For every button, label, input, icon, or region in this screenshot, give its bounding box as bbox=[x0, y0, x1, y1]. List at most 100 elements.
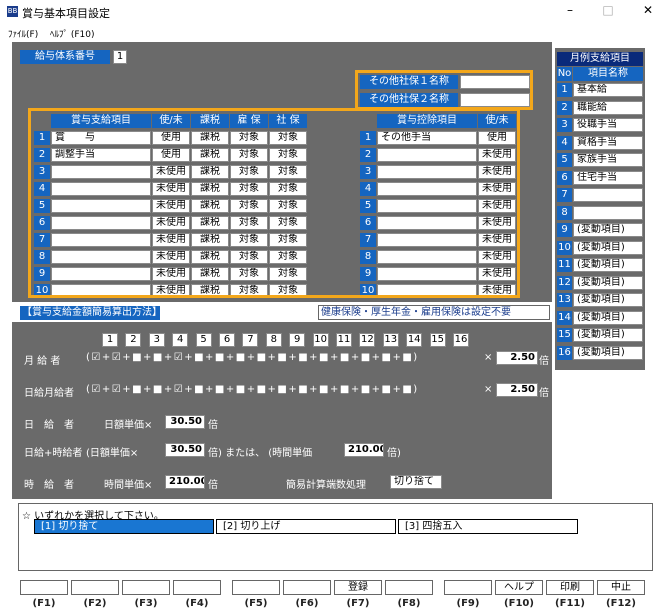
deduction-use-toggle[interactable]: 未使用 bbox=[478, 165, 516, 179]
monthly-item-name[interactable]: 住宅手当 bbox=[573, 170, 643, 185]
other-ins1-input[interactable] bbox=[460, 75, 530, 89]
payment-emp-ins-toggle[interactable]: 対象 bbox=[230, 233, 268, 247]
payment-emp-ins-toggle[interactable]: 対象 bbox=[230, 165, 268, 179]
deduction-name-input[interactable] bbox=[377, 250, 477, 264]
payment-name-input[interactable]: 調整手当 bbox=[51, 148, 151, 162]
payment-use-toggle[interactable]: 未使用 bbox=[152, 216, 190, 230]
monthly-item-name[interactable]: 家族手当 bbox=[573, 153, 643, 167]
fkey-button-f7[interactable]: 登録 bbox=[334, 580, 382, 595]
deduction-name-input[interactable] bbox=[377, 199, 477, 213]
deduction-use-toggle[interactable]: 未使用 bbox=[478, 267, 516, 281]
payment-tax-toggle[interactable]: 課税 bbox=[191, 165, 229, 179]
payment-use-toggle[interactable]: 未使用 bbox=[152, 284, 190, 295]
payment-tax-toggle[interactable]: 課税 bbox=[191, 148, 229, 162]
payment-emp-ins-toggle[interactable]: 対象 bbox=[230, 267, 268, 281]
payment-soc-ins-toggle[interactable]: 対象 bbox=[269, 267, 307, 281]
payment-name-input[interactable] bbox=[51, 216, 151, 230]
monthly-item-name[interactable]: 資格手当 bbox=[573, 135, 643, 150]
hourly-multiplier-input[interactable]: 210.00 bbox=[165, 475, 205, 489]
monthly-item-name[interactable]: (変動項目) bbox=[573, 345, 643, 360]
hourly-multiplier-input-2[interactable]: 210.00 bbox=[344, 443, 384, 457]
payment-use-toggle[interactable]: 未使用 bbox=[152, 250, 190, 264]
fkey-button-f6[interactable] bbox=[283, 580, 331, 595]
monthly-item-name[interactable] bbox=[573, 205, 643, 220]
payment-name-input[interactable] bbox=[51, 182, 151, 196]
payment-tax-toggle[interactable]: 課税 bbox=[191, 199, 229, 213]
payment-emp-ins-toggle[interactable]: 対象 bbox=[230, 250, 268, 264]
deduction-name-input[interactable] bbox=[377, 284, 477, 295]
payment-emp-ins-toggle[interactable]: 対象 bbox=[230, 284, 268, 295]
monthly-item-name[interactable]: 職能給 bbox=[573, 100, 643, 115]
payment-soc-ins-toggle[interactable]: 対象 bbox=[269, 182, 307, 196]
payment-name-input[interactable] bbox=[51, 284, 151, 295]
fkey-button-f12[interactable]: 中止 bbox=[597, 580, 645, 595]
monthly-item-name[interactable]: (変動項目) bbox=[573, 223, 643, 237]
fkey-button-f3[interactable] bbox=[122, 580, 170, 595]
payment-name-input[interactable] bbox=[51, 250, 151, 264]
minimize-button[interactable]: – bbox=[560, 3, 580, 17]
payment-soc-ins-toggle[interactable]: 対象 bbox=[269, 216, 307, 230]
fkey-button-f5[interactable] bbox=[232, 580, 280, 595]
deduction-use-toggle[interactable]: 使用 bbox=[478, 131, 516, 145]
payment-tax-toggle[interactable]: 課税 bbox=[191, 182, 229, 196]
payment-use-toggle[interactable]: 未使用 bbox=[152, 199, 190, 213]
deduction-use-toggle[interactable]: 未使用 bbox=[478, 284, 516, 295]
deduction-use-toggle[interactable]: 未使用 bbox=[478, 216, 516, 230]
option-round-up[interactable]: [2] 切り上げ bbox=[216, 519, 396, 534]
other-ins2-input[interactable] bbox=[460, 93, 530, 107]
monthly-item-name[interactable]: (変動項目) bbox=[573, 310, 643, 325]
monthly-item-name[interactable]: (変動項目) bbox=[573, 275, 643, 290]
payment-soc-ins-toggle[interactable]: 対象 bbox=[269, 131, 307, 145]
fkey-button-f11[interactable]: 印刷 bbox=[546, 580, 594, 595]
monthly-item-name[interactable] bbox=[573, 188, 643, 202]
deduction-name-input[interactable] bbox=[377, 216, 477, 230]
payment-soc-ins-toggle[interactable]: 対象 bbox=[269, 148, 307, 162]
payment-name-input[interactable] bbox=[51, 233, 151, 247]
rounding-select[interactable]: 切り捨て bbox=[390, 475, 442, 489]
payment-emp-ins-toggle[interactable]: 対象 bbox=[230, 182, 268, 196]
payment-tax-toggle[interactable]: 課税 bbox=[191, 131, 229, 145]
monthly-item-name[interactable]: (変動項目) bbox=[573, 293, 643, 307]
payment-emp-ins-toggle[interactable]: 対象 bbox=[230, 216, 268, 230]
fkey-button-f8[interactable] bbox=[385, 580, 433, 595]
fkey-button-f2[interactable] bbox=[71, 580, 119, 595]
deduction-name-input[interactable]: その他手当 bbox=[377, 131, 477, 145]
deduction-name-input[interactable] bbox=[377, 182, 477, 196]
payment-name-input[interactable] bbox=[51, 165, 151, 179]
daily-hourly-multiplier-input[interactable]: 30.50 bbox=[165, 443, 205, 457]
payment-soc-ins-toggle[interactable]: 対象 bbox=[269, 165, 307, 179]
monthly-item-name[interactable]: (変動項目) bbox=[573, 258, 643, 272]
deduction-name-input[interactable] bbox=[377, 267, 477, 281]
pay-system-input[interactable]: 1 bbox=[113, 50, 127, 64]
daily-monthly-multiplier-input[interactable]: 2.50 bbox=[496, 383, 538, 397]
payment-use-toggle[interactable]: 未使用 bbox=[152, 165, 190, 179]
payment-emp-ins-toggle[interactable]: 対象 bbox=[230, 199, 268, 213]
deduction-use-toggle[interactable]: 未使用 bbox=[478, 148, 516, 162]
deduction-use-toggle[interactable]: 未使用 bbox=[478, 233, 516, 247]
monthly-item-name[interactable]: 役職手当 bbox=[573, 118, 643, 132]
payment-use-toggle[interactable]: 使用 bbox=[152, 148, 190, 162]
payment-use-toggle[interactable]: 未使用 bbox=[152, 182, 190, 196]
deduction-use-toggle[interactable]: 未使用 bbox=[478, 182, 516, 196]
monthly-item-name[interactable]: (変動項目) bbox=[573, 240, 643, 255]
deduction-name-input[interactable] bbox=[377, 148, 477, 162]
payment-tax-toggle[interactable]: 課税 bbox=[191, 284, 229, 295]
option-round-half[interactable]: [3] 四捨五入 bbox=[398, 519, 578, 534]
payment-name-input[interactable] bbox=[51, 267, 151, 281]
fkey-button-f1[interactable] bbox=[20, 580, 68, 595]
payment-tax-toggle[interactable]: 課税 bbox=[191, 233, 229, 247]
deduction-use-toggle[interactable]: 未使用 bbox=[478, 199, 516, 213]
payment-emp-ins-toggle[interactable]: 対象 bbox=[230, 148, 268, 162]
monthly-multiplier-input[interactable]: 2.50 bbox=[496, 351, 538, 365]
deduction-name-input[interactable] bbox=[377, 165, 477, 179]
payment-soc-ins-toggle[interactable]: 対象 bbox=[269, 199, 307, 213]
payment-use-toggle[interactable]: 未使用 bbox=[152, 233, 190, 247]
payment-soc-ins-toggle[interactable]: 対象 bbox=[269, 233, 307, 247]
payment-soc-ins-toggle[interactable]: 対象 bbox=[269, 250, 307, 264]
maximize-button[interactable]: □ bbox=[598, 3, 618, 17]
fkey-button-f9[interactable] bbox=[444, 580, 492, 595]
payment-soc-ins-toggle[interactable]: 対象 bbox=[269, 284, 307, 295]
fkey-button-f4[interactable] bbox=[173, 580, 221, 595]
payment-tax-toggle[interactable]: 課税 bbox=[191, 216, 229, 230]
payment-name-input[interactable]: 賞 与 bbox=[51, 131, 151, 145]
